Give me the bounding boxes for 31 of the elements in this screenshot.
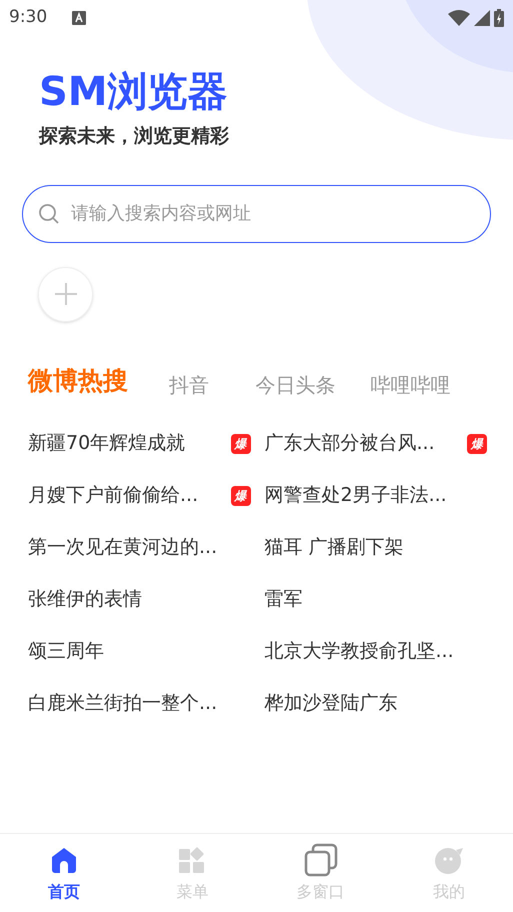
wifi-icon (448, 10, 470, 26)
hot-topic[interactable]: 广东大部分被台风... (264, 429, 435, 458)
signal-icon (474, 10, 490, 26)
hot-topic[interactable]: 张维伊的表情 (28, 585, 142, 614)
hot-topic[interactable]: 白鹿米兰街拍一整个... (28, 689, 218, 718)
nav-tab[interactable]: 首页 (0, 842, 128, 904)
hot-topic[interactable]: 月嫂下户前偷偷给... (28, 481, 198, 510)
windows-icon (304, 843, 338, 877)
hot-topic[interactable]: 猫耳 广播剧下架 (264, 533, 404, 562)
hot-badge: 爆 (230, 486, 250, 506)
battery-icon (494, 9, 504, 27)
avatar-icon (434, 845, 464, 875)
grid-icon (178, 846, 206, 874)
app-title: SM浏览器 (39, 68, 229, 117)
hot-topic[interactable]: 桦加沙登陆广东 (264, 689, 398, 718)
hot-topic[interactable]: 北京大学教授俞孔坚... (264, 637, 454, 666)
app-slogan: 探索未来，浏览更精彩 (39, 124, 230, 149)
hot-topic[interactable]: 第一次见在黄河边的... (28, 533, 218, 562)
search-field[interactable]: 请输入搜索内容或网址 (22, 184, 491, 242)
notification-icon (72, 11, 86, 25)
search-icon (38, 202, 60, 224)
add-shortcut-button[interactable] (38, 266, 93, 322)
hot-topic[interactable]: 颂三周年 (28, 637, 104, 666)
hot-topic[interactable]: 雷军 (264, 585, 302, 614)
plus-icon (54, 283, 76, 305)
hot-topic[interactable]: 网警查处2男子非法... (264, 481, 447, 510)
hot-badge: 爆 (230, 434, 250, 454)
home-icon (50, 846, 78, 874)
hot-badge: 爆 (467, 434, 487, 454)
status-time: 9:30 (9, 6, 48, 30)
hot-topic[interactable]: 新疆70年辉煌成就 (28, 429, 186, 458)
